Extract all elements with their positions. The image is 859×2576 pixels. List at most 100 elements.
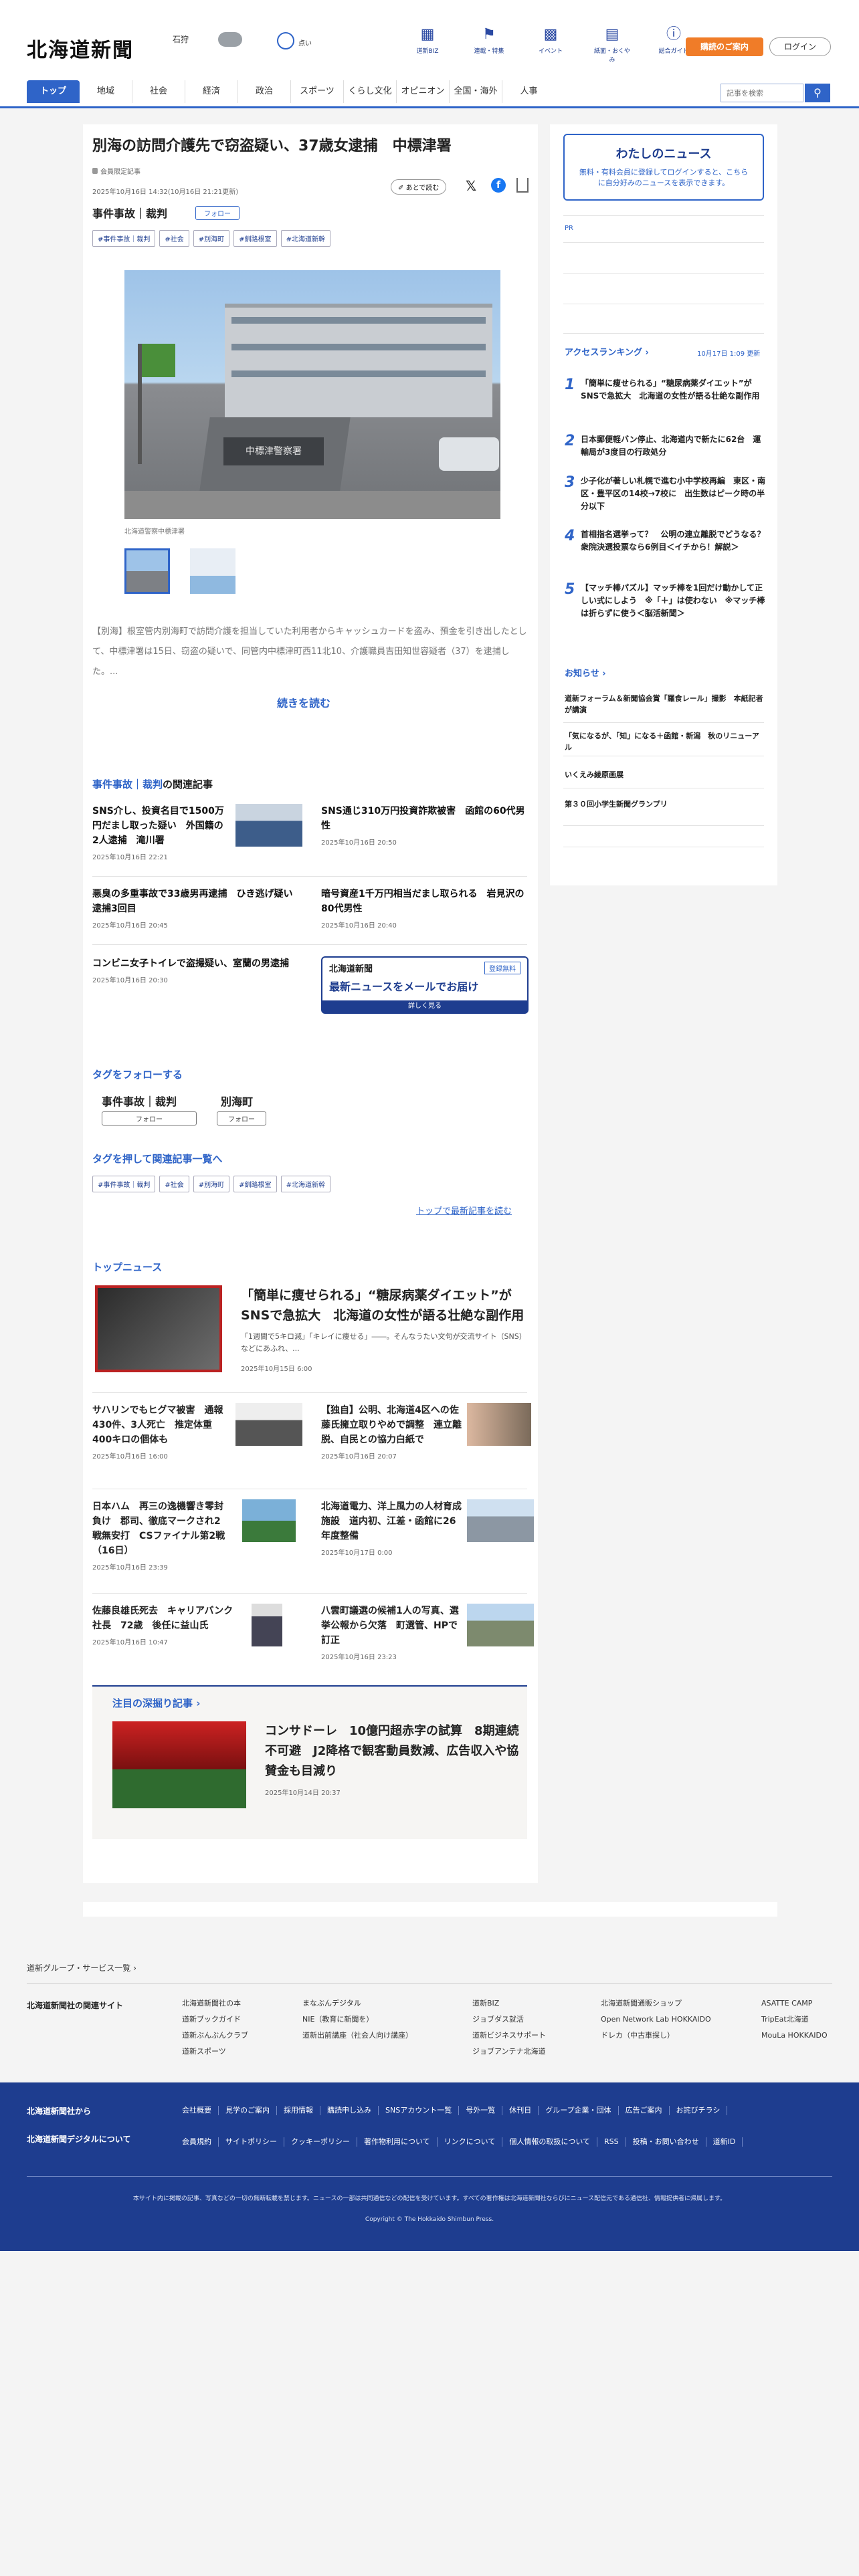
footer-link[interactable]: まなぶんデジタル — [302, 1996, 413, 2012]
site-logo[interactable]: 北海道新聞 — [27, 33, 134, 63]
mail-news-banner[interactable]: 北海道新聞 登録無料 最新ニュースをメールでお届け 詳しく見る — [321, 956, 529, 1014]
footer-link[interactable]: Open Network Lab HOKKAIDO — [601, 2012, 711, 2028]
footer-dark-link[interactable]: 号外一覧 — [466, 2106, 503, 2115]
nav-politics[interactable]: 政治 — [238, 80, 291, 103]
tag-incident[interactable]: #事件事故｜裁判 — [92, 1176, 156, 1192]
x-share-icon[interactable]: 𝕏 — [466, 178, 476, 194]
tag-incident[interactable]: #事件事故｜裁判 — [92, 230, 156, 247]
footer-dark-link[interactable]: リンクについて — [444, 2137, 503, 2147]
search-button[interactable]: ⚲ — [805, 84, 830, 102]
footer-link[interactable]: 道新ビジネスサポート — [472, 2028, 546, 2044]
tag-kushiro-nemuro[interactable]: #釧路根室 — [233, 230, 277, 247]
latest-news-link[interactable]: トップで最新記事を読む — [416, 1204, 512, 1216]
tag-betsukai[interactable]: #別海町 — [193, 1176, 230, 1192]
footer-link[interactable]: 道新BIZ — [472, 1996, 546, 2012]
photo-thumb-1[interactable] — [124, 548, 170, 594]
series-link[interactable]: ⚑ 連載・特集 — [468, 25, 510, 64]
footer-link[interactable]: NIE（教育に新聞を） — [302, 2012, 413, 2028]
lead-news-thumb[interactable] — [95, 1285, 222, 1372]
biz-link[interactable]: ▦ 道新BIZ — [407, 25, 448, 64]
tag-shinkansen[interactable]: #北海道新幹 — [280, 230, 330, 247]
nav-economy[interactable]: 経済 — [185, 80, 238, 103]
news-thumb[interactable] — [467, 1499, 534, 1542]
news-item[interactable]: 佐藤良雄氏死去 キャリアバンク社長 72歳 後任に益山氏 2025年10月16日 … — [92, 1604, 240, 1650]
footer-link[interactable]: 北海道新聞社の本 — [182, 1996, 248, 2012]
deep-dive-title[interactable]: コンサドーレ 10億円超赤字の試算 8期連続不可避 J2降格で観客動員数減、広告… — [265, 1721, 519, 1782]
tag-society[interactable]: #社会 — [159, 230, 189, 247]
footer-dark-link[interactable]: 広告ご案内 — [626, 2106, 670, 2115]
footer-link[interactable]: ASATTE CAMP — [761, 1996, 828, 2012]
city-label[interactable]: 石狩 — [173, 33, 189, 45]
footer-link[interactable]: ジョブダス就活 — [472, 2012, 546, 2028]
search-input[interactable] — [721, 84, 803, 102]
ranking-item[interactable]: 2 日本郵便軽バン停止、北海道内で新たに62台 運輸局が3度目の行政処分 — [565, 433, 765, 459]
footer-link[interactable]: 道新ブックガイド — [182, 2012, 248, 2028]
article-photo[interactable]: 中標津警察署 — [124, 270, 500, 519]
related-item[interactable]: 悪臭の多重事故で33歳男再逮捕 ひき逃げ疑い 逮捕3回目 2025年10月16日 … — [92, 887, 304, 934]
nav-opinion[interactable]: オピニオン — [397, 80, 450, 103]
related-item[interactable]: 暗号資産1千万円相当だまし取られる 岩見沢の80代男性 2025年10月16日 2… — [321, 887, 529, 934]
footer-link[interactable]: MouLa HOKKAIDO — [761, 2028, 828, 2044]
category-label[interactable]: 事件事故｜裁判 — [92, 205, 167, 221]
nav-society[interactable]: 社会 — [132, 80, 185, 103]
notice-item[interactable]: 第３０回小学生新聞グランプリ — [565, 798, 765, 810]
ranking-item[interactable]: 1 「簡単に痩せられる」“糖尿病薬ダイエット”がSNSで急拡大 北海道の女性が語る… — [565, 377, 765, 403]
news-item[interactable]: 北海道電力、洋上風力の人材育成施設 道内初、江差・函館に26年度整備 2025年1… — [321, 1499, 462, 1561]
read-more-button[interactable]: 続きを読む — [277, 694, 330, 710]
footer-dark-link[interactable]: 投稿・お問い合わせ — [633, 2137, 706, 2147]
follow-tag-button[interactable]: フォロー — [102, 1111, 197, 1125]
nav-sports[interactable]: スポーツ — [291, 80, 344, 103]
tag-betsukai[interactable]: #別海町 — [193, 230, 230, 247]
deep-dive-thumb[interactable] — [112, 1721, 246, 1808]
nav-world[interactable]: 全国・海外 — [450, 80, 502, 103]
tag-shinkansen[interactable]: #北海道新幹 — [280, 1176, 330, 1192]
tag-kushiro-nemuro[interactable]: #釧路根室 — [233, 1176, 277, 1192]
footer-dark-link[interactable]: 見学のご案内 — [225, 2106, 277, 2115]
footer-dark-link[interactable]: 採用情報 — [284, 2106, 320, 2115]
footer-dark-link[interactable]: サイトポリシー — [225, 2137, 284, 2147]
footer-dark-link[interactable]: お詫びチラシ — [676, 2106, 728, 2115]
related-item[interactable]: SNS通じ310万円投資詐欺被害 函館の60代男性 2025年10月16日 20:… — [321, 804, 529, 851]
footer-dark-link[interactable]: RSS — [604, 2137, 626, 2147]
ranking-item[interactable]: 3 少子化が著しい札幌で進む小中学校再編 東区・南区・豊平区の14校→7校に 出生… — [565, 475, 765, 513]
footer-dark-link[interactable]: 休刊日 — [509, 2106, 539, 2115]
notice-item[interactable]: 「気になるが、「知」になる＋函館・新潟 秋のリニューアル — [565, 730, 765, 753]
news-item[interactable]: 日本ハム 再三の逸機響き零封負け 郡司、徹底マークされ2戦無安打 CSファイナル… — [92, 1499, 226, 1576]
category-follow-button[interactable]: フォロー — [195, 206, 240, 220]
footer-link[interactable]: 道新ぶんぶんクラブ — [182, 2028, 248, 2044]
ranking-item[interactable]: 5 【マッチ棒パズル】マッチ棒を1回だけ動かして正しい式にしよう ※「＋」は使わな… — [565, 582, 765, 620]
news-thumb[interactable] — [252, 1604, 282, 1646]
related-thumb[interactable] — [235, 804, 302, 847]
group-services-link[interactable]: 道新グループ・サービス一覧 › — [27, 1962, 136, 1973]
nav-region[interactable]: 地域 — [80, 80, 132, 103]
news-item[interactable]: サハリンでもヒグマ被害 通報430件、3人死亡 推定体重400キロの個体も 202… — [92, 1403, 226, 1465]
footer-dark-link[interactable]: 購読申し込み — [327, 2106, 379, 2115]
events-link[interactable]: ▩ イベント — [530, 25, 571, 64]
notice-item[interactable]: いくえみ綾原画展 — [565, 769, 765, 780]
footer-link[interactable]: 道新スポーツ — [182, 2044, 248, 2060]
tag-society[interactable]: #社会 — [159, 1176, 189, 1192]
nav-culture[interactable]: くらし文化 — [344, 80, 397, 103]
news-item[interactable]: 【独自】公明、北海道4区への佐藤氏擁立取りやめで調整 連立離脱、自民との協力白紙… — [321, 1403, 462, 1465]
footer-dark-link[interactable]: 著作物利用について — [364, 2137, 438, 2147]
ranking-item[interactable]: 4 首相指名選挙って？ 公明の連立離脱でどうなる？ 衆院決選投票なら6例目＜イチか… — [565, 528, 773, 554]
lead-news-title[interactable]: 「簡単に痩せられる」“糖尿病薬ダイエット”がSNSで急拡大 北海道の女性が語る壮… — [241, 1285, 529, 1325]
follow-tag-button[interactable]: フォロー — [217, 1111, 266, 1125]
related-item[interactable]: SNS介し、投資名目で1500万円だまし取った疑い 外国籍の2人逮捕 滝川署 20… — [92, 804, 226, 865]
news-thumb[interactable] — [467, 1403, 531, 1446]
footer-dark-link[interactable]: 道新ID — [713, 2137, 743, 2147]
nav-top[interactable]: トップ — [27, 80, 80, 103]
footer-link[interactable]: ジョブアンテナ北海道 — [472, 2044, 546, 2060]
footer-link[interactable]: TripEat北海道 — [761, 2012, 828, 2028]
footer-link[interactable]: ドレカ（中古車探し） — [601, 2028, 711, 2044]
footer-link[interactable]: 道新出前講座（社会人向け講座） — [302, 2028, 413, 2044]
footer-dark-link[interactable]: グループ企業・団体 — [545, 2106, 619, 2115]
nav-personnel[interactable]: 人事 — [502, 80, 555, 103]
footer-dark-link[interactable]: 個人情報の取扱について — [509, 2137, 598, 2147]
login-button[interactable]: ログイン — [769, 37, 831, 56]
read-later-button[interactable]: ✐ あとで読む — [391, 179, 447, 195]
related-item[interactable]: コンビニ女子トイレで盗撮疑い、室蘭の男逮捕 2025年10月16日 20:30 — [92, 956, 304, 988]
photo-thumb-2[interactable] — [190, 548, 235, 594]
subscribe-button[interactable]: 購読のご案内 — [686, 37, 763, 56]
footer-dark-link[interactable]: クッキーポリシー — [291, 2137, 357, 2147]
